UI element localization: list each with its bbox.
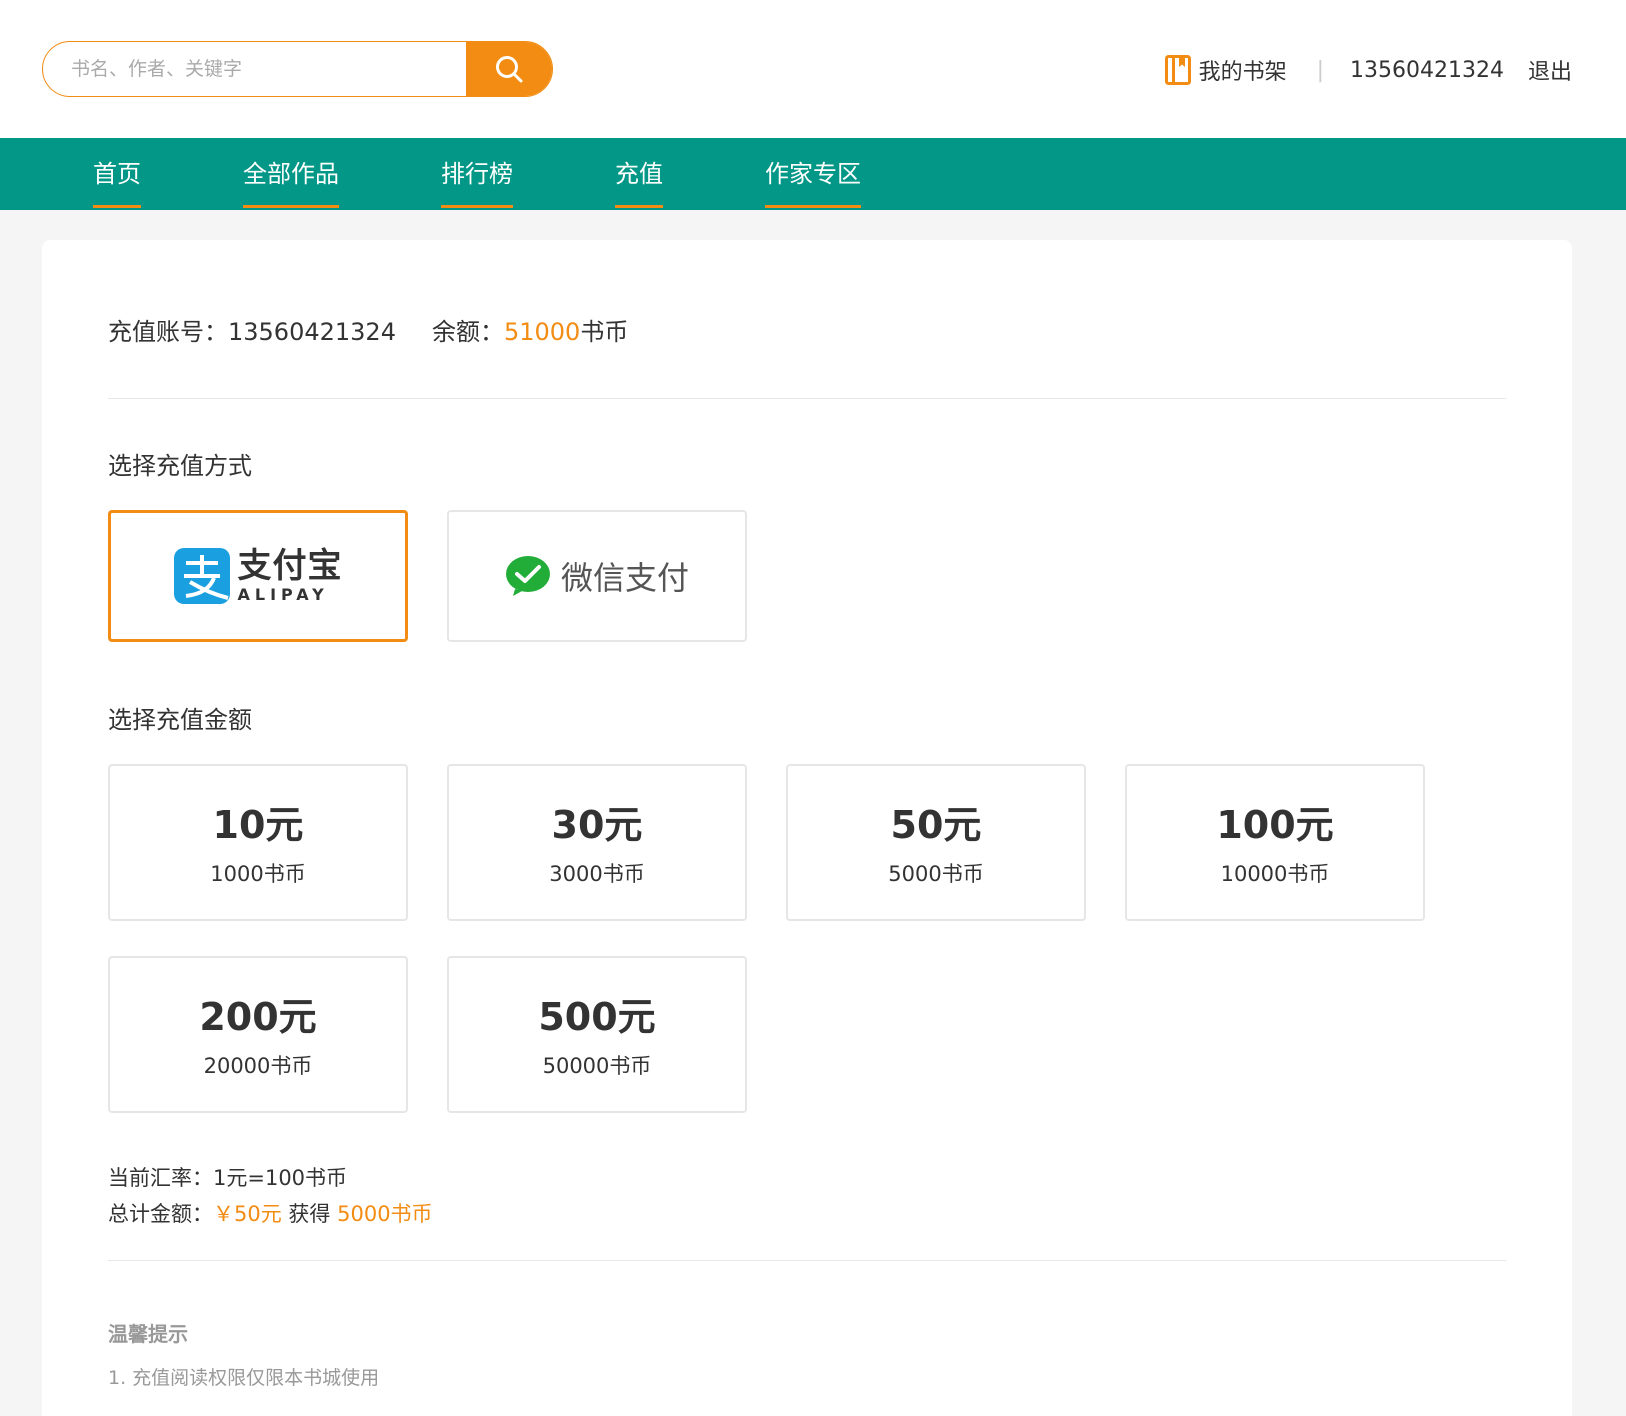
divider [108,1260,1506,1261]
total-amount: 总计金额：￥50元 获得 5000书币 [108,1198,433,1228]
alipay-option[interactable]: 支付宝 ALIPAY [108,510,408,642]
amount-price: 30元 [551,803,643,847]
balance-label: 余额： [431,318,504,346]
header: 我的书架 | 13560421324 退出 [0,0,1626,138]
search-input[interactable] [43,42,467,96]
user-bar: 我的书架 | 13560421324 退出 [1164,52,1572,88]
amount-price: 100元 [1216,803,1334,847]
get-label: 获得 [288,1202,331,1226]
total-coins: 5000书币 [337,1202,433,1226]
amount-coins: 20000书币 [203,1054,313,1078]
amount-title: 选择充值金额 [108,706,252,734]
wechat-pay-icon [505,556,550,596]
rate-value: 1元=100书币 [213,1166,348,1190]
amount-coins: 3000书币 [549,862,645,886]
total-label: 总计金额： [108,1202,213,1226]
account-value: 13560421324 [228,318,396,346]
amount-option-500[interactable]: 500元 50000书币 [447,956,747,1113]
amount-coins: 10000书币 [1220,862,1330,886]
user-phone[interactable]: 13560421324 [1350,58,1504,83]
nav-item-author-zone[interactable]: 作家专区 [765,138,861,210]
amount-price: 500元 [538,995,656,1039]
exchange-rate: 当前汇率：1元=100书币 [108,1162,347,1192]
nav-item-all-works[interactable]: 全部作品 [243,138,339,210]
amount-option-100[interactable]: 100元 10000书币 [1125,764,1425,921]
tips-title: 温馨提示 [108,1322,188,1346]
alipay-name-en: ALIPAY [237,585,329,604]
amount-price: 10元 [212,803,304,847]
amount-coins: 5000书币 [888,862,984,886]
alipay-name: 支付宝 [237,546,343,586]
search-button[interactable] [466,42,552,96]
nav-item-recharge[interactable]: 充值 [615,138,663,210]
search-bar [42,41,553,97]
amount-coins: 50000书币 [542,1054,652,1078]
payment-method-title: 选择充值方式 [108,452,252,480]
balance-value: 51000 [503,318,581,346]
divider: | [1316,57,1325,83]
bookshelf-icon [1164,55,1191,85]
amount-option-200[interactable]: 200元 20000书币 [108,956,408,1113]
recharge-panel: 充值账号：13560421324 余额：51000书币 选择充值方式 支付宝 AL… [42,240,1572,1416]
tips-item: 1. 充值阅读权限仅限本书城使用 [108,1367,380,1389]
nav-item-ranking[interactable]: 排行榜 [441,138,513,210]
amount-coins: 1000书币 [210,862,306,886]
my-bookshelf-link[interactable]: 我的书架 [1199,54,1287,86]
amount-option-50[interactable]: 50元 5000书币 [786,764,1086,921]
alipay-icon [173,548,230,604]
search-icon [496,56,523,83]
total-price: ￥50元 [213,1202,282,1226]
main-nav: 首页 全部作品 排行榜 充值 作家专区 [0,138,1626,210]
amount-price: 50元 [890,803,982,847]
balance-unit: 书币 [580,318,629,346]
account-label: 充值账号： [108,318,228,346]
amount-price: 200元 [199,995,317,1039]
account-info: 充值账号：13560421324 余额：51000书币 [108,312,628,347]
amount-option-10[interactable]: 10元 1000书币 [108,764,408,921]
logout-link[interactable]: 退出 [1528,54,1572,86]
nav-item-home[interactable]: 首页 [93,138,141,210]
divider [108,398,1506,399]
amount-option-30[interactable]: 30元 3000书币 [447,764,747,921]
rate-label: 当前汇率： [108,1166,213,1190]
wechat-pay-option[interactable]: 微信支付 [447,510,747,642]
wechat-pay-name: 微信支付 [560,559,689,597]
